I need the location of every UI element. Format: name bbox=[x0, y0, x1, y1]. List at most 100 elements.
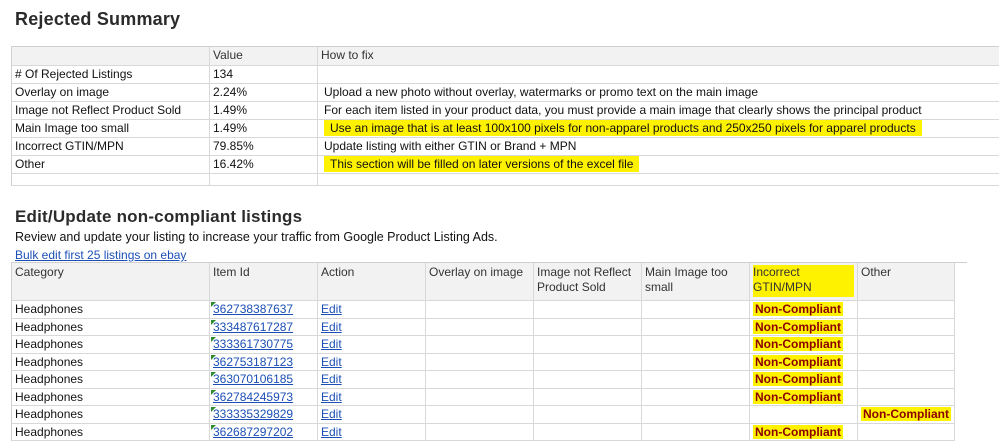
item-id-link[interactable]: 362687297202 bbox=[213, 425, 293, 439]
status-badge: Non-Compliant bbox=[753, 424, 843, 439]
column-header-label: Other bbox=[861, 265, 892, 279]
category-text: Headphones bbox=[15, 372, 84, 386]
action-cell: Edit bbox=[318, 336, 426, 354]
summary-value: 16.42% bbox=[210, 156, 318, 174]
action-cell: Edit bbox=[318, 371, 426, 389]
overlay-cell bbox=[426, 423, 534, 441]
rejected-summary-table: Value How to fix # Of Rejected Listings 1… bbox=[11, 46, 999, 186]
edit-link[interactable]: Edit bbox=[321, 337, 342, 351]
status-badge: Non-Compliant bbox=[753, 319, 843, 334]
status-badge: Non-Compliant bbox=[753, 337, 843, 351]
edit-link[interactable]: Edit bbox=[321, 390, 342, 404]
comment-flag-icon bbox=[211, 302, 216, 307]
category-cell: Headphones bbox=[12, 318, 210, 336]
summary-value: 1.49% bbox=[210, 102, 318, 120]
table-row: Headphones 362753187123 Edit Non-Compliant bbox=[12, 353, 967, 371]
summary-label: Image not Reflect Product Sold bbox=[12, 102, 210, 120]
summary-fix: For each item listed in your product dat… bbox=[318, 102, 999, 120]
summary-row: Image not Reflect Product Sold 1.49% For e… bbox=[12, 102, 999, 120]
summary-value: 2.24% bbox=[210, 84, 318, 102]
action-cell: Edit bbox=[318, 406, 426, 424]
category-cell: Headphones bbox=[12, 336, 210, 354]
item-id-cell: 362784245973 bbox=[210, 388, 318, 406]
column-header-label: Main Image too small bbox=[645, 265, 728, 294]
item-id-cell: 362738387637 bbox=[210, 301, 318, 319]
image-reflect-cell bbox=[534, 353, 642, 371]
listings-table: Category Item Id Action Overlay on image Ima… bbox=[11, 262, 967, 441]
summary-fix: Use an image that is at least 100x100 pi… bbox=[318, 120, 999, 138]
item-id-link[interactable]: 333361730775 bbox=[213, 337, 293, 351]
image-reflect-cell bbox=[534, 301, 642, 319]
summary-header-value: Value bbox=[210, 47, 318, 66]
item-id-link[interactable]: 363070106185 bbox=[213, 372, 293, 386]
summary-header-row: Value How to fix bbox=[12, 47, 999, 66]
summary-label: Other bbox=[12, 156, 210, 174]
other-cell bbox=[858, 318, 955, 336]
status-badge: Non-Compliant bbox=[861, 407, 951, 421]
category-text: Headphones bbox=[15, 354, 84, 369]
image-reflect-cell bbox=[534, 406, 642, 424]
column-header-label: Category bbox=[15, 265, 64, 279]
edit-link[interactable]: Edit bbox=[321, 320, 342, 334]
item-id-link[interactable]: 362753187123 bbox=[213, 355, 293, 369]
summary-spacer-cell bbox=[318, 174, 999, 186]
edit-link[interactable]: Edit bbox=[321, 355, 342, 369]
main-image-cell bbox=[642, 353, 750, 371]
rejected-summary-title: Rejected Summary bbox=[15, 9, 181, 29]
edit-link[interactable]: Edit bbox=[321, 425, 342, 439]
table-row: Headphones 363070106185 Edit Non-Compliant bbox=[12, 371, 967, 389]
item-id-link[interactable]: 333335329829 bbox=[213, 407, 293, 421]
table-row: Headphones 362687297202 Edit Non-Compliant bbox=[12, 423, 967, 441]
category-cell: Headphones bbox=[12, 301, 210, 319]
summary-value: 134 bbox=[210, 66, 318, 84]
summary-fix-text: Update listing with either GTIN or Brand… bbox=[324, 139, 577, 153]
status-badge: Non-Compliant bbox=[753, 389, 843, 404]
edit-link[interactable]: Edit bbox=[321, 372, 342, 386]
gtin-cell: Non-Compliant bbox=[750, 336, 858, 354]
other-cell bbox=[858, 388, 955, 406]
status-badge: Non-Compliant bbox=[753, 354, 843, 369]
summary-value: 79.85% bbox=[210, 138, 318, 156]
gtin-cell: Non-Compliant bbox=[750, 301, 858, 319]
category-cell: Headphones bbox=[12, 353, 210, 371]
overlay-cell bbox=[426, 371, 534, 389]
item-id-cell: 363070106185 bbox=[210, 371, 318, 389]
listings-column-header: Other bbox=[858, 263, 955, 301]
comment-flag-icon bbox=[211, 407, 216, 412]
action-cell: Edit bbox=[318, 301, 426, 319]
edit-link[interactable]: Edit bbox=[321, 407, 342, 421]
column-header-label: Overlay on image bbox=[429, 265, 524, 279]
listings-column-header: Action bbox=[318, 263, 426, 301]
other-cell bbox=[858, 371, 955, 389]
item-id-link[interactable]: 362784245973 bbox=[213, 390, 293, 404]
overlay-cell bbox=[426, 301, 534, 319]
table-row: Headphones 362738387637 Edit Non-Compliant bbox=[12, 301, 967, 319]
category-text: Headphones bbox=[15, 337, 84, 351]
image-reflect-cell bbox=[534, 388, 642, 406]
overlay-cell bbox=[426, 336, 534, 354]
main-image-cell bbox=[642, 406, 750, 424]
summary-spacer-row bbox=[12, 174, 999, 186]
summary-fix bbox=[318, 66, 999, 84]
listings-column-header: Incorrect GTIN/MPN bbox=[750, 263, 858, 301]
listings-column-header: Item Id bbox=[210, 263, 318, 301]
item-id-link[interactable]: 333487617287 bbox=[213, 320, 293, 334]
item-id-cell: 333487617287 bbox=[210, 318, 318, 336]
edit-link[interactable]: Edit bbox=[321, 302, 342, 316]
main-image-cell bbox=[642, 388, 750, 406]
summary-row: # Of Rejected Listings 134 bbox=[12, 66, 999, 84]
gtin-cell bbox=[750, 406, 858, 424]
table-row: Headphones 362784245973 Edit Non-Compliant bbox=[12, 388, 967, 406]
main-image-cell bbox=[642, 301, 750, 319]
image-reflect-cell bbox=[534, 371, 642, 389]
overlay-cell bbox=[426, 318, 534, 336]
item-id-link[interactable]: 362738387637 bbox=[213, 302, 293, 316]
main-image-cell bbox=[642, 336, 750, 354]
comment-flag-icon bbox=[211, 354, 216, 360]
gtin-cell: Non-Compliant bbox=[750, 371, 858, 389]
summary-label: Main Image too small bbox=[12, 120, 210, 138]
summary-label: Incorrect GTIN/MPN bbox=[12, 138, 210, 156]
overlay-cell bbox=[426, 406, 534, 424]
overlay-cell bbox=[426, 353, 534, 371]
bulk-edit-link[interactable]: Bulk edit first 25 listings on ebay bbox=[15, 248, 186, 262]
